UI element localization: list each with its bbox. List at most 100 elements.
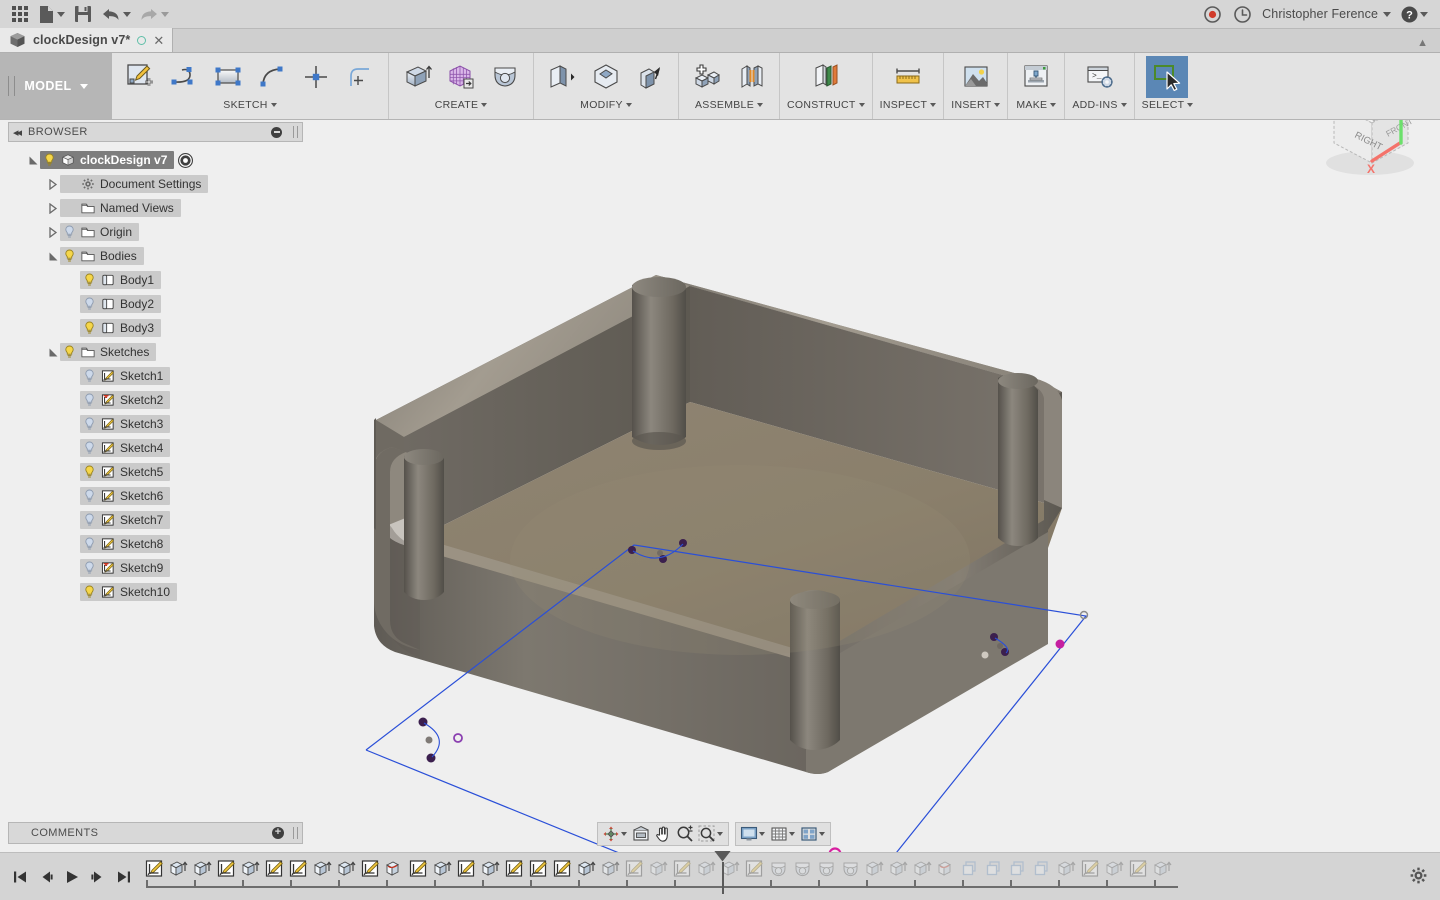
joint-icon[interactable]	[730, 56, 772, 98]
timeline-feature-extrude-14[interactable]	[478, 857, 502, 881]
browser-tree-item-sketch3[interactable]: Sketch3	[8, 412, 303, 436]
timeline-feature-sketch-3[interactable]	[214, 857, 238, 881]
visibility-bulb-icon[interactable]	[83, 273, 96, 287]
timeline-feature-sketch-39[interactable]	[1078, 857, 1102, 881]
comments-panel-header[interactable]: COMMENTS +	[8, 822, 303, 844]
arc-icon[interactable]	[251, 56, 293, 98]
timeline-feature-extrude-30[interactable]	[862, 857, 886, 881]
collapse-chevron-icon[interactable]	[46, 251, 60, 262]
timeline-feature-pattern-35[interactable]	[982, 857, 1006, 881]
ribbon-group-label-select[interactable]: SELECT	[1142, 99, 1194, 111]
timeline-feature-sketch-22[interactable]	[670, 857, 694, 881]
step-back-icon[interactable]	[34, 865, 58, 889]
timeline-feature-sketch-11[interactable]	[406, 857, 430, 881]
zoom-window-icon[interactable]	[696, 823, 718, 845]
timeline-feature-extrude-23[interactable]	[694, 857, 718, 881]
skip-to-start-icon[interactable]	[8, 865, 32, 889]
fillet-icon[interactable]	[339, 56, 381, 98]
browser-tree-item-clockdesign-v7[interactable]: clockDesign v7	[8, 148, 303, 172]
visibility-bulb-icon[interactable]	[63, 225, 76, 239]
line-icon[interactable]	[163, 56, 205, 98]
scripts-addins-icon[interactable]: >_	[1079, 56, 1121, 98]
ribbon-group-label-sketch[interactable]: SKETCH	[223, 99, 277, 111]
expand-chevron-icon[interactable]	[46, 178, 60, 190]
save-icon[interactable]	[69, 1, 97, 28]
timeline-feature-sketch-20[interactable]	[622, 857, 646, 881]
timeline-feature-extrude-40[interactable]	[1102, 857, 1126, 881]
shell-icon[interactable]	[629, 56, 671, 98]
view-cube[interactable]: RIGHT FRONT TOP X Y	[1312, 120, 1432, 195]
new-component-icon[interactable]	[686, 56, 728, 98]
browser-tree-item-chip[interactable]: Sketch7	[80, 511, 171, 529]
visibility-bulb-icon[interactable]	[83, 369, 96, 383]
browser-tree-item-chip[interactable]: Sketch4	[80, 439, 171, 457]
browser-tree-item-sketch10[interactable]: Sketch10	[8, 580, 303, 604]
timeline-feature-extrude-2[interactable]	[190, 857, 214, 881]
browser-tree-item-bodies[interactable]: Bodies	[8, 244, 303, 268]
browser-tree-item-chip[interactable]: Body2	[80, 295, 162, 313]
record-icon[interactable]	[1198, 1, 1226, 28]
rectangle-icon[interactable]	[207, 56, 249, 98]
ribbon-group-label-modify[interactable]: MODIFY	[580, 99, 632, 111]
display-settings-icon[interactable]	[738, 823, 760, 845]
point-icon[interactable]	[295, 56, 337, 98]
browser-tree-item-named-views[interactable]: Named Views	[8, 196, 303, 220]
timeline-track[interactable]	[142, 850, 1440, 900]
visibility-bulb-icon[interactable]	[83, 561, 96, 575]
browser-tree-item-sketch6[interactable]: Sketch6	[8, 484, 303, 508]
mesh-icon[interactable]	[440, 56, 482, 98]
panel-resize-grip[interactable]	[293, 126, 298, 138]
pan-hand-icon[interactable]	[652, 823, 674, 845]
timeline-feature-extrude-42[interactable]	[1150, 857, 1174, 881]
job-status-clock-icon[interactable]	[1228, 1, 1256, 28]
viewports-dropdown-caret[interactable]	[819, 832, 825, 836]
timeline-feature-sketch-41[interactable]	[1126, 857, 1150, 881]
browser-tree-item-chip[interactable]: Sketches	[60, 343, 157, 361]
zoom-icon[interactable]	[674, 823, 696, 845]
step-forward-icon[interactable]	[86, 865, 110, 889]
timeline-feature-revolve-26[interactable]	[766, 857, 790, 881]
timeline-feature-sketch-13[interactable]	[454, 857, 478, 881]
collapse-ribbon-chevron-icon[interactable]: ▲	[1417, 37, 1428, 49]
comments-resize-grip[interactable]	[293, 827, 298, 839]
collapse-chevron-icon[interactable]	[46, 347, 60, 358]
browser-tree-item-body2[interactable]: Body2	[8, 292, 303, 316]
close-icon[interactable]: ✕	[153, 34, 164, 47]
ribbon-group-label-construct[interactable]: CONSTRUCT	[787, 99, 865, 111]
help-icon[interactable]: ?	[1397, 1, 1432, 28]
zoom-dropdown-caret[interactable]	[717, 832, 723, 836]
visibility-bulb-icon[interactable]	[63, 249, 76, 263]
undo-icon[interactable]	[97, 1, 135, 28]
timeline-feature-sketch-5[interactable]	[262, 857, 286, 881]
timeline-feature-sketch-15[interactable]	[502, 857, 526, 881]
browser-tree-item-sketch9[interactable]: Sketch9	[8, 556, 303, 580]
ribbon-group-label-create[interactable]: CREATE	[435, 99, 488, 111]
insert-image-icon[interactable]	[955, 56, 997, 98]
revolve-icon[interactable]	[484, 56, 526, 98]
new-file-icon[interactable]	[34, 1, 69, 28]
visibility-bulb-icon[interactable]	[43, 153, 56, 167]
browser-tree-item-chip[interactable]: Bodies	[60, 247, 144, 265]
visibility-bulb-icon[interactable]	[83, 441, 96, 455]
fillet-3d-icon[interactable]	[585, 56, 627, 98]
ribbon-group-label-insert[interactable]: INSERT	[951, 99, 1001, 111]
timeline-feature-pattern-37[interactable]	[1030, 857, 1054, 881]
timeline-feature-extrude-8[interactable]	[334, 857, 358, 881]
browser-tree-item-chip[interactable]: Named Views	[60, 199, 181, 217]
add-comment-icon[interactable]: +	[272, 827, 284, 839]
visibility-bulb-icon[interactable]	[63, 345, 76, 359]
timeline-feature-revolve-29[interactable]	[838, 857, 862, 881]
workspace-switcher-model[interactable]: MODEL	[0, 53, 112, 119]
grid-dropdown-caret[interactable]	[789, 832, 795, 836]
user-account-menu[interactable]: Christopher Ference	[1258, 1, 1395, 28]
timeline-feature-revolve-28[interactable]	[814, 857, 838, 881]
timeline-feature-revolve-27[interactable]	[790, 857, 814, 881]
browser-tree-item-chip[interactable]: clockDesign v7	[40, 151, 175, 169]
timeline-feature-extrude-18[interactable]	[574, 857, 598, 881]
visibility-bulb-icon[interactable]	[83, 537, 96, 551]
timeline-feature-extrude-7[interactable]	[310, 857, 334, 881]
extrude-icon[interactable]	[396, 56, 438, 98]
orbit-dropdown-caret[interactable]	[621, 832, 627, 836]
look-at-icon[interactable]	[630, 823, 652, 845]
browser-tree-item-chip[interactable]: Sketch1	[80, 367, 171, 385]
